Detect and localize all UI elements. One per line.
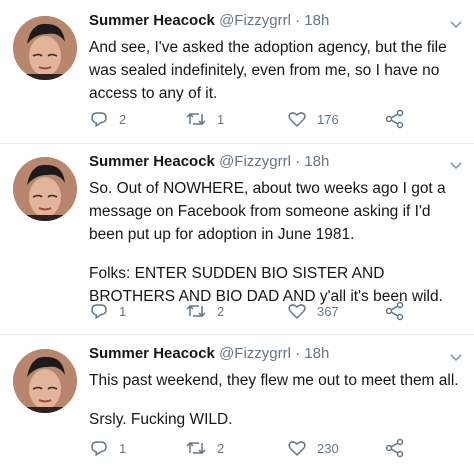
tweet[interactable]: Summer Heacock @Fizzygrrl · 18h This pas…: [0, 345, 474, 473]
tweet-actions: 1 2 230: [89, 438, 419, 458]
reply-button[interactable]: 1: [89, 438, 126, 458]
share-icon: [385, 301, 405, 321]
reply-button[interactable]: 1: [89, 301, 126, 321]
tweet-actions: 1 2 367: [89, 301, 419, 321]
tweet[interactable]: Summer Heacock @Fizzygrrl · 18h And see,…: [0, 12, 474, 142]
share-button[interactable]: [385, 301, 405, 321]
like-button[interactable]: 176: [287, 109, 339, 129]
chevron-down-icon[interactable]: [448, 157, 464, 173]
tweet-paragraph: This past weekend, they flew me out to m…: [89, 372, 459, 389]
tweet-text: So. Out of NOWHERE, about two weeks ago …: [89, 177, 461, 308]
tweet-text: This past weekend, they flew me out to m…: [89, 369, 461, 431]
retweet-count: 2: [217, 440, 225, 456]
retweet-icon: [185, 301, 207, 321]
chevron-down-icon[interactable]: [448, 349, 464, 365]
reply-icon: [89, 438, 109, 458]
like-count: 176: [317, 111, 339, 127]
tweet-text: And see, I've asked the adoption agency,…: [89, 36, 461, 105]
display-name[interactable]: Summer Heacock: [89, 153, 215, 170]
timestamp[interactable]: · 18h: [295, 345, 329, 362]
tweet-actions: 2 1 176: [89, 109, 419, 129]
username[interactable]: @Fizzygrrl: [219, 345, 291, 362]
tweet-paragraph: And see, I've asked the adoption agency,…: [89, 39, 447, 102]
reply-count: 1: [119, 303, 127, 319]
timeline: Summer Heacock @Fizzygrrl · 18h And see,…: [0, 0, 474, 473]
heart-icon: [287, 438, 307, 458]
tweet-paragraph: Srsly. Fucking WILD.: [89, 411, 233, 428]
share-button[interactable]: [385, 438, 405, 458]
like-button[interactable]: 230: [287, 438, 339, 458]
avatar[interactable]: [13, 349, 77, 413]
like-button[interactable]: 367: [287, 301, 339, 321]
retweet-button[interactable]: 1: [185, 109, 224, 129]
reply-icon: [89, 301, 109, 321]
reply-icon: [89, 109, 109, 129]
tweet-divider: [0, 143, 474, 144]
avatar[interactable]: [13, 16, 77, 80]
like-count: 367: [317, 303, 339, 319]
tweet[interactable]: Summer Heacock @Fizzygrrl · 18h So. Out …: [0, 153, 474, 333]
share-icon: [385, 438, 405, 458]
chevron-down-icon[interactable]: [448, 16, 464, 32]
retweet-count: 2: [217, 303, 225, 319]
retweet-icon: [185, 109, 207, 129]
retweet-button[interactable]: 2: [185, 301, 224, 321]
like-count: 230: [317, 440, 339, 456]
heart-icon: [287, 109, 307, 129]
timestamp[interactable]: · 18h: [295, 12, 329, 29]
share-button[interactable]: [385, 109, 405, 129]
username[interactable]: @Fizzygrrl: [219, 12, 291, 29]
reply-count: 1: [119, 440, 127, 456]
username[interactable]: @Fizzygrrl: [219, 153, 291, 170]
tweet-header: Summer Heacock @Fizzygrrl · 18h: [89, 12, 329, 30]
display-name[interactable]: Summer Heacock: [89, 12, 215, 29]
retweet-count: 1: [217, 111, 225, 127]
share-icon: [385, 109, 405, 129]
reply-count: 2: [119, 111, 127, 127]
reply-button[interactable]: 2: [89, 109, 126, 129]
tweet-divider: [0, 334, 474, 335]
retweet-button[interactable]: 2: [185, 438, 224, 458]
retweet-icon: [185, 438, 207, 458]
display-name[interactable]: Summer Heacock: [89, 345, 215, 362]
heart-icon: [287, 301, 307, 321]
avatar[interactable]: [13, 157, 77, 221]
tweet-header: Summer Heacock @Fizzygrrl · 18h: [89, 153, 329, 171]
timestamp[interactable]: · 18h: [295, 153, 329, 170]
tweet-header: Summer Heacock @Fizzygrrl · 18h: [89, 345, 329, 363]
tweet-paragraph: So. Out of NOWHERE, about two weeks ago …: [89, 180, 446, 243]
